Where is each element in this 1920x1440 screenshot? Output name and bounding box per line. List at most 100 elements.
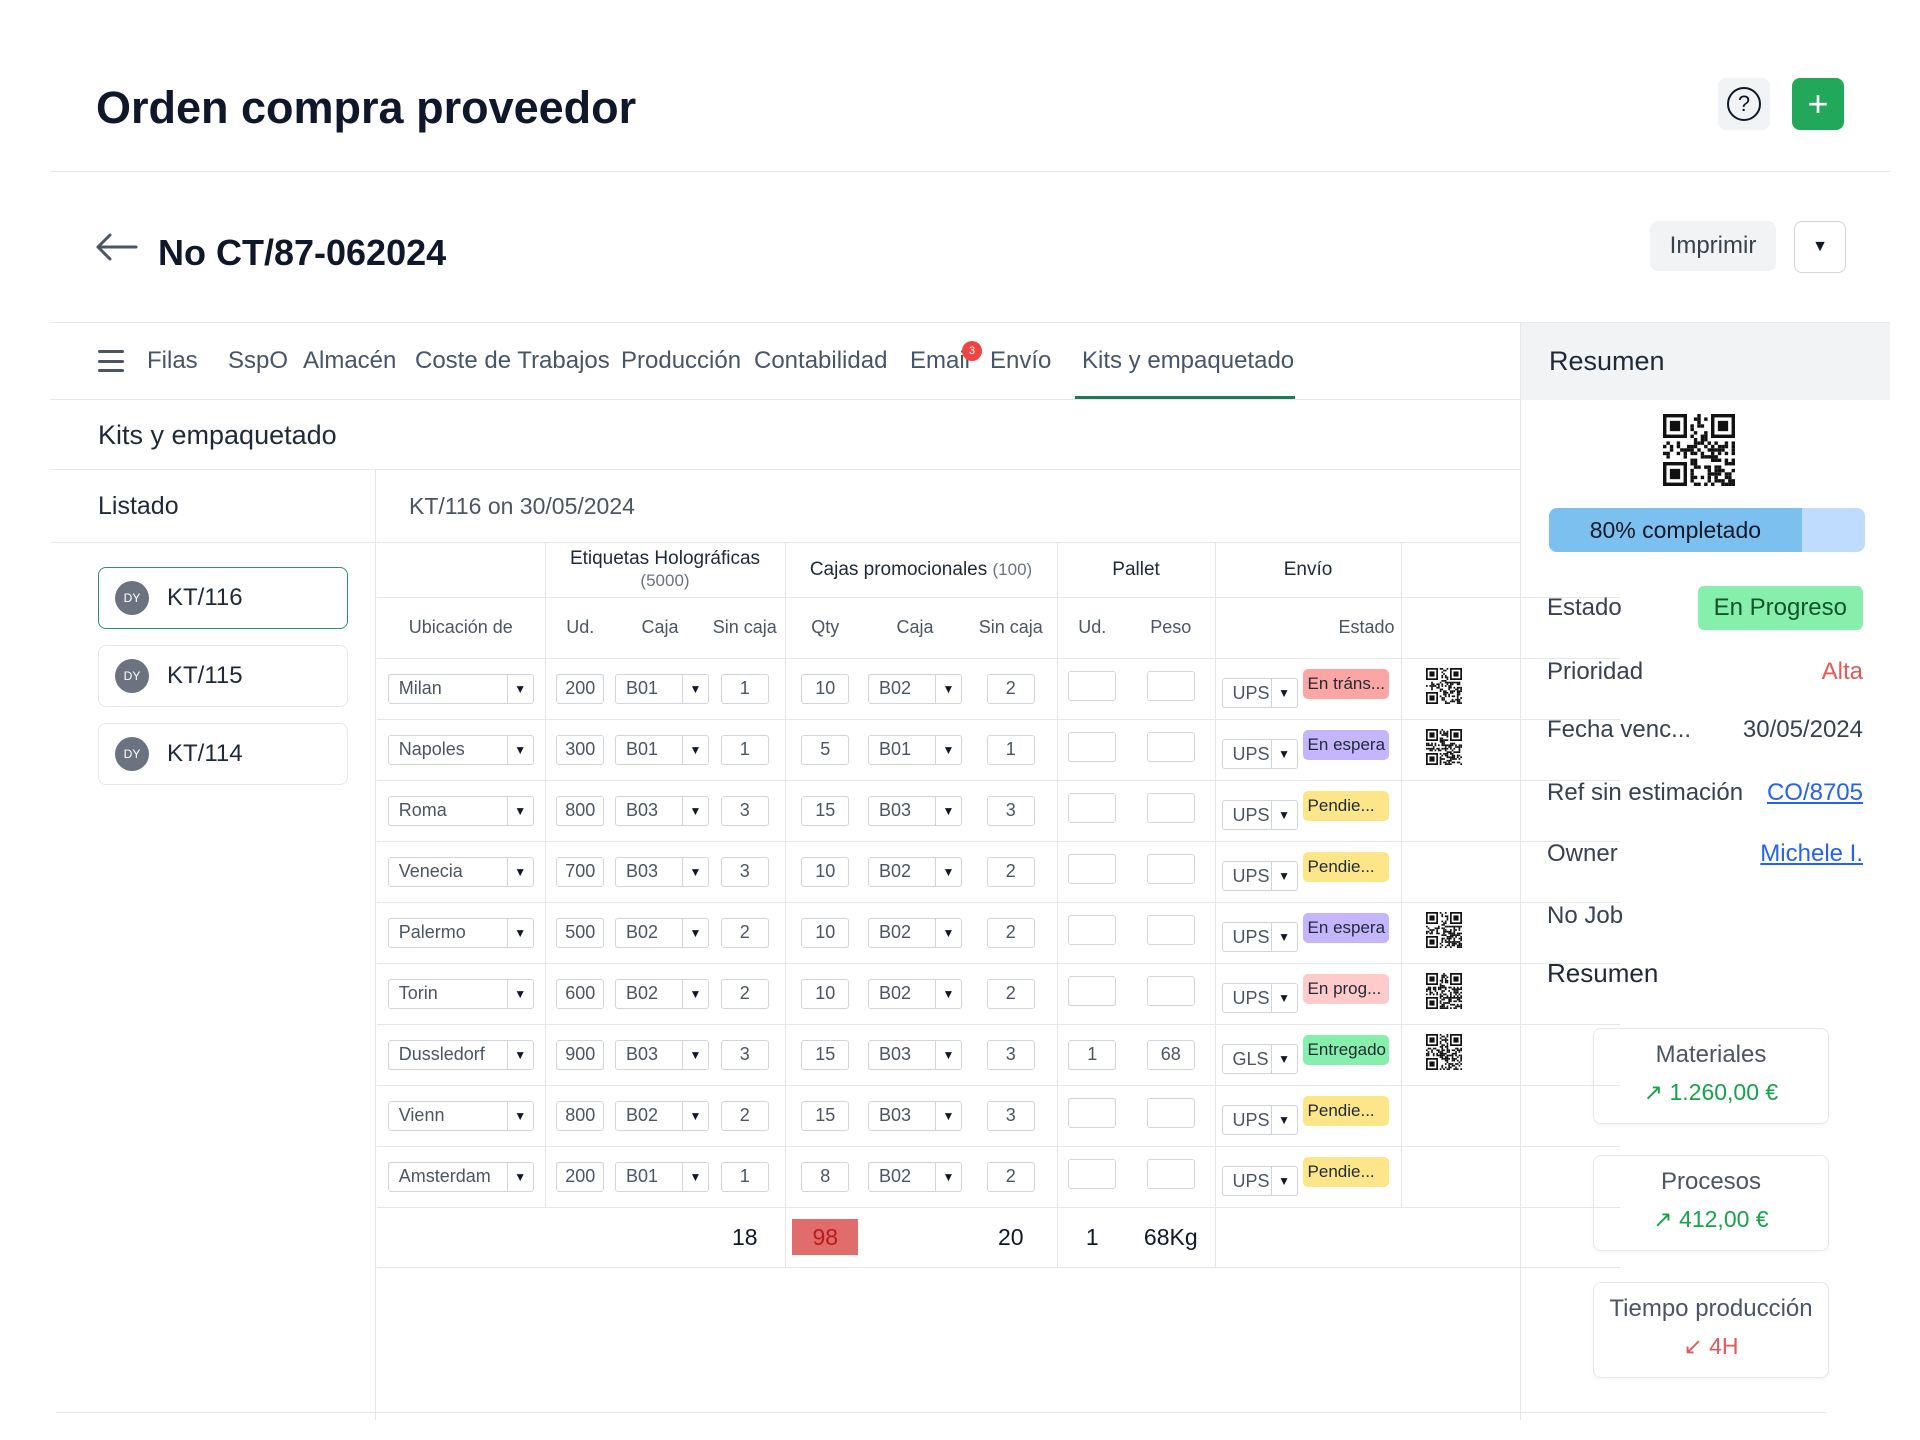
qty-input[interactable]: 10 <box>801 978 850 1009</box>
weight-input[interactable] <box>1146 793 1195 823</box>
menu-icon[interactable] <box>98 350 124 372</box>
weight-input[interactable] <box>1146 854 1195 884</box>
box2-select[interactable]: B03 ▼ <box>868 795 962 826</box>
qty-input[interactable]: 10 <box>801 673 850 704</box>
nobox2-input[interactable]: 3 <box>986 795 1035 826</box>
box2-select[interactable]: B02 ▼ <box>868 856 962 887</box>
box2-select[interactable]: B03 ▼ <box>868 1100 962 1131</box>
box2-select[interactable]: B02 ▼ <box>868 673 962 704</box>
carrier-select[interactable]: UPS ▼ <box>1221 861 1298 892</box>
tab-kits-empaquetado[interactable]: Kits y empaquetado <box>1082 347 1294 375</box>
tab-sspo[interactable]: SspO <box>228 347 288 375</box>
qty-input[interactable]: 10 <box>801 917 850 948</box>
box2-select[interactable]: B02 ▼ <box>868 1161 962 1192</box>
carrier-select[interactable]: UPS ▼ <box>1221 800 1298 831</box>
location-select[interactable]: Vienn ▼ <box>387 1100 534 1131</box>
box2-select[interactable]: B03 ▼ <box>868 1039 962 1070</box>
list-item-kt116[interactable]: DY KT/116 <box>98 567 348 629</box>
add-button[interactable]: + <box>1792 78 1844 130</box>
back-arrow-icon[interactable] <box>94 232 138 262</box>
ud-input[interactable]: 300 <box>556 734 605 765</box>
box-select[interactable]: B02 ▼ <box>615 978 709 1009</box>
qty-input[interactable]: 15 <box>801 1100 850 1131</box>
nobox-input[interactable]: 1 <box>720 673 769 704</box>
box-select[interactable]: B01 ▼ <box>615 673 709 704</box>
location-select[interactable]: Roma ▼ <box>387 795 534 826</box>
tab-email[interactable]: Email 3 <box>910 341 983 375</box>
qr-code-icon[interactable] <box>1663 414 1735 486</box>
ud-input[interactable]: 200 <box>556 1161 605 1192</box>
box2-select[interactable]: B02 ▼ <box>868 978 962 1009</box>
ud-input[interactable]: 600 <box>556 978 605 1009</box>
tab-envio[interactable]: Envío <box>990 347 1051 375</box>
pallet-ud-input[interactable] <box>1068 671 1117 701</box>
box-select[interactable]: B03 ▼ <box>615 856 709 887</box>
qty-input[interactable]: 15 <box>801 1039 850 1070</box>
qr-code-icon[interactable] <box>1425 668 1462 704</box>
nobox2-input[interactable]: 2 <box>986 856 1035 887</box>
carrier-select[interactable]: UPS ▼ <box>1221 1105 1298 1136</box>
carrier-select[interactable]: UPS ▼ <box>1221 922 1298 953</box>
nobox2-input[interactable]: 2 <box>986 1161 1035 1192</box>
weight-input[interactable] <box>1146 1098 1195 1128</box>
qr-code-icon[interactable] <box>1425 973 1462 1009</box>
owner-link[interactable]: Michele I. <box>1760 840 1863 868</box>
box-select[interactable]: B01 ▼ <box>615 1161 709 1192</box>
nobox-input[interactable]: 3 <box>720 795 769 826</box>
location-select[interactable]: Torin ▼ <box>387 978 534 1009</box>
nobox2-input[interactable]: 3 <box>986 1039 1035 1070</box>
carrier-select[interactable]: UPS ▼ <box>1221 1166 1298 1197</box>
nobox-input[interactable]: 3 <box>720 1039 769 1070</box>
help-button[interactable]: ? <box>1718 78 1770 130</box>
pallet-ud-input[interactable] <box>1068 793 1117 823</box>
nobox-input[interactable]: 2 <box>720 978 769 1009</box>
qr-code-icon[interactable] <box>1425 912 1462 948</box>
pallet-ud-input[interactable] <box>1068 915 1117 945</box>
ud-input[interactable]: 800 <box>556 1100 605 1131</box>
location-select[interactable]: Palermo ▼ <box>387 917 534 948</box>
nobox2-input[interactable]: 2 <box>986 978 1035 1009</box>
ud-input[interactable]: 800 <box>556 795 605 826</box>
box-select[interactable]: B03 ▼ <box>615 1039 709 1070</box>
nobox-input[interactable]: 1 <box>720 734 769 765</box>
weight-input[interactable] <box>1146 732 1195 762</box>
tab-filas[interactable]: Filas <box>147 347 198 375</box>
list-item-kt115[interactable]: DY KT/115 <box>98 645 348 707</box>
location-select[interactable]: Amsterdam ▼ <box>387 1161 534 1192</box>
location-select[interactable]: Dussledorf ▼ <box>387 1039 534 1070</box>
nobox-input[interactable]: 3 <box>720 856 769 887</box>
nobox-input[interactable]: 2 <box>720 1100 769 1131</box>
carrier-select[interactable]: UPS ▼ <box>1221 983 1298 1014</box>
weight-input[interactable] <box>1146 1159 1195 1189</box>
box-select[interactable]: B03 ▼ <box>615 795 709 826</box>
box-select[interactable]: B02 ▼ <box>615 1100 709 1131</box>
ref-link[interactable]: CO/8705 <box>1767 779 1863 807</box>
ud-input[interactable]: 200 <box>556 673 605 704</box>
nobox2-input[interactable]: 3 <box>986 1100 1035 1131</box>
qty-input[interactable]: 5 <box>801 734 850 765</box>
nobox2-input[interactable]: 2 <box>986 673 1035 704</box>
qr-code-icon[interactable] <box>1425 1034 1462 1070</box>
tab-almacen[interactable]: Almacén <box>303 347 396 375</box>
weight-input[interactable] <box>1146 915 1195 945</box>
weight-input[interactable] <box>1146 976 1195 1006</box>
carrier-select[interactable]: UPS ▼ <box>1221 739 1298 770</box>
qr-code-icon[interactable] <box>1425 729 1462 765</box>
box-select[interactable]: B01 ▼ <box>615 734 709 765</box>
nobox-input[interactable]: 1 <box>720 1161 769 1192</box>
list-item-kt114[interactable]: DY KT/114 <box>98 723 348 785</box>
pallet-ud-input[interactable] <box>1068 732 1117 762</box>
carrier-select[interactable]: GLS ▼ <box>1221 1044 1298 1075</box>
carrier-select[interactable]: UPS ▼ <box>1221 678 1298 709</box>
qty-input[interactable]: 10 <box>801 856 850 887</box>
location-select[interactable]: Venecia ▼ <box>387 856 534 887</box>
box2-select[interactable]: B01 ▼ <box>868 734 962 765</box>
tab-coste-trabajos[interactable]: Coste de Trabajos <box>415 347 610 375</box>
location-select[interactable]: Napoles ▼ <box>387 734 534 765</box>
pallet-ud-input[interactable] <box>1068 1098 1117 1128</box>
pallet-ud-input[interactable] <box>1068 1159 1117 1189</box>
ud-input[interactable]: 900 <box>556 1039 605 1070</box>
qty-input[interactable]: 15 <box>801 795 850 826</box>
weight-input[interactable]: 68 <box>1146 1039 1195 1070</box>
more-options-button[interactable]: ▼ <box>1794 221 1846 273</box>
